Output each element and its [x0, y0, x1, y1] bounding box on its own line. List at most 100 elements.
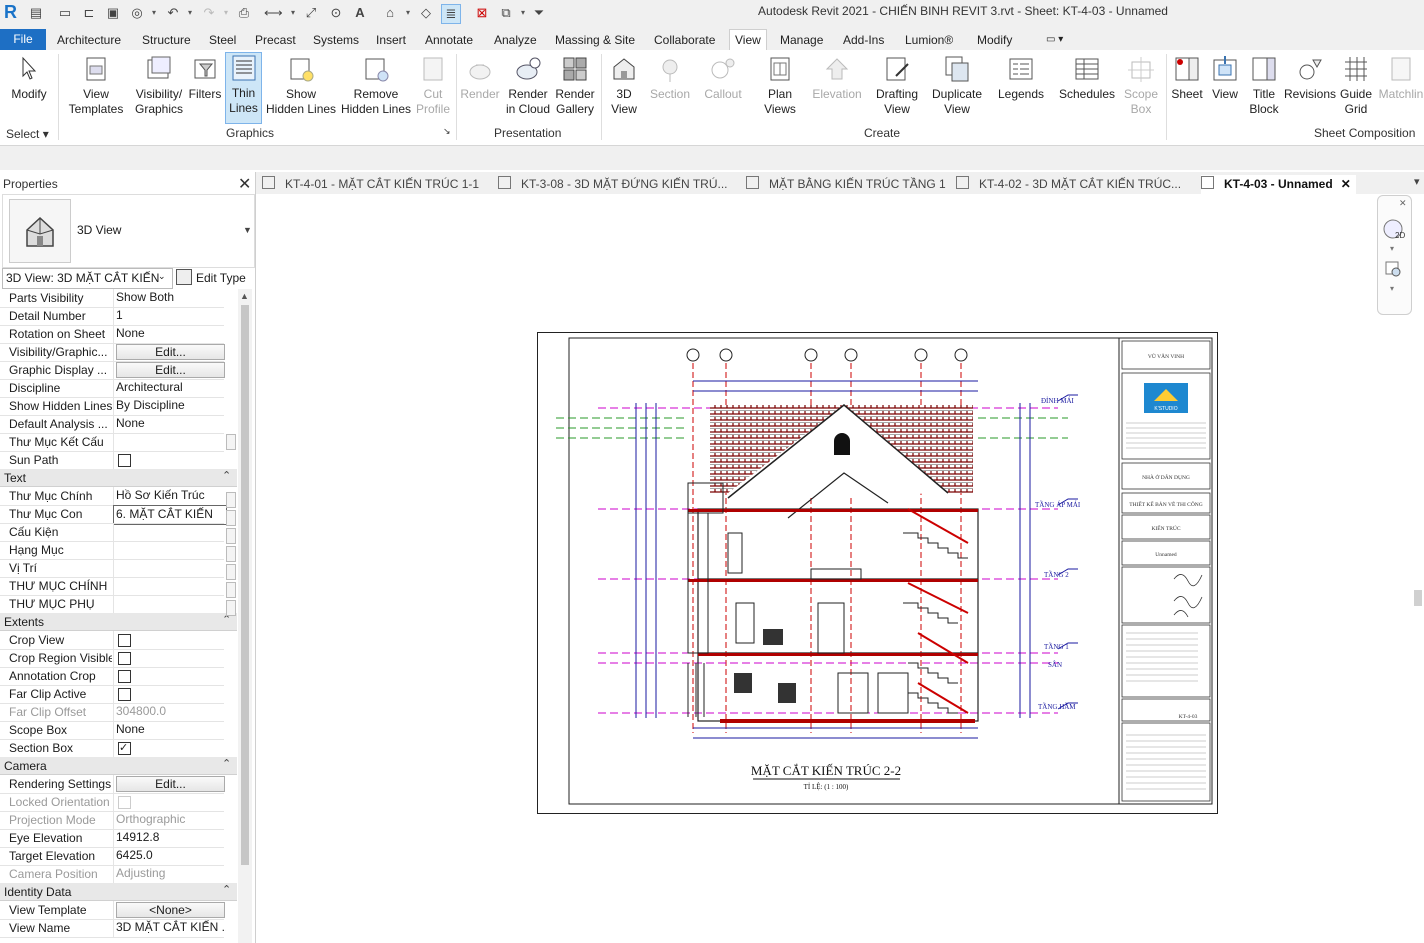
document-tab[interactable]: MẶT BẰNG KIẾN TRÚC TẦNG 1	[746, 175, 946, 194]
property-value[interactable]	[113, 685, 226, 703]
document-tab[interactable]: KT-4-03 - Unnamed ✕	[1201, 175, 1356, 194]
undo-icon[interactable]: ↶	[164, 4, 182, 22]
elevation-button[interactable]: Elevation	[810, 54, 864, 102]
property-value[interactable]: 3D MẶT CẮT KIẾN ...	[113, 919, 226, 937]
edit-button[interactable]: Edit...	[116, 776, 225, 792]
property-value[interactable]	[113, 667, 226, 685]
property-row[interactable]: Camera Position Adjusting	[0, 865, 224, 884]
print-icon[interactable]: ⎙	[235, 4, 253, 22]
document-tab[interactable]: KT-4-01 - MẶT CẮT KIẾN TRÚC 1-1	[262, 175, 500, 194]
group-header[interactable]: Camera ⌃	[0, 757, 237, 775]
view-templates-button[interactable]: View Templates	[66, 54, 126, 117]
tab-modify[interactable]: Modify	[977, 30, 1012, 50]
plan-views-button[interactable]: Plan Views	[758, 54, 802, 117]
scope-box-button[interactable]: Scope Box	[1120, 54, 1162, 117]
tab-systems[interactable]: Systems	[313, 30, 359, 50]
section-icon[interactable]: ◇	[417, 4, 435, 22]
collapse-icon[interactable]: ⌃	[222, 883, 231, 896]
property-value[interactable]: 6425.0	[113, 847, 226, 865]
property-row[interactable]: Thư Mục Kết Cấu	[0, 433, 224, 452]
type-dropdown-icon[interactable]: ▼	[243, 225, 252, 235]
property-row[interactable]: Default Analysis ... None	[0, 415, 224, 434]
tab-add-ins[interactable]: Add-Ins	[843, 30, 884, 50]
collapse-icon[interactable]: ⌃	[222, 757, 231, 770]
property-value[interactable]: <None>	[113, 901, 226, 919]
tab-precast[interactable]: Precast	[255, 30, 296, 50]
property-row[interactable]: Scope Box None	[0, 721, 224, 740]
switch-windows-icon[interactable]: ⧉	[497, 4, 515, 22]
property-value[interactable]	[113, 739, 226, 757]
tab-manage[interactable]: Manage	[780, 30, 823, 50]
switch-windows-dropdown-icon[interactable]: ▾	[519, 4, 527, 22]
visibility-graphics-button[interactable]: Visibility/Graphics	[132, 54, 186, 117]
property-row[interactable]: Projection Mode Orthographic	[0, 811, 224, 830]
remove-hidden-lines-button[interactable]: Remove Hidden Lines	[340, 54, 412, 117]
tab-architecture[interactable]: Architecture	[57, 30, 121, 50]
tab-annotate[interactable]: Annotate	[425, 30, 473, 50]
sync-dropdown-icon[interactable]: ▾	[150, 4, 158, 22]
property-row[interactable]: Detail Number 1	[0, 307, 224, 326]
checkbox[interactable]	[118, 634, 131, 647]
revit-logo[interactable]: R	[4, 2, 20, 22]
section-button[interactable]: Section	[648, 54, 692, 102]
zoom-icon[interactable]	[1384, 260, 1404, 280]
sync-icon[interactable]: ◎	[128, 4, 146, 22]
graphics-dialog-launcher-icon[interactable]: ↘	[443, 126, 451, 137]
thin-lines-button[interactable]: Thin Lines	[225, 52, 262, 124]
callout-button[interactable]: Callout	[700, 54, 746, 102]
checkbox[interactable]	[118, 670, 131, 683]
collapse-icon[interactable]: ⌃	[222, 469, 231, 482]
measure-dropdown-icon[interactable]: ▾	[289, 4, 297, 22]
property-value[interactable]: None	[113, 721, 226, 739]
save-icon[interactable]: ▣	[104, 4, 122, 22]
instance-selector[interactable]: 3D View: 3D MẶT CẮT KIẾN	[2, 268, 173, 289]
duplicate-view-button[interactable]: Duplicate View	[928, 54, 986, 117]
open-folder-icon[interactable]: ⊏	[80, 4, 98, 22]
property-row[interactable]: Graphic Display ... Edit...	[0, 361, 225, 380]
property-row[interactable]: Rendering Settings Edit...	[0, 775, 225, 794]
property-row[interactable]: View Name 3D MẶT CẮT KIẾN ...	[0, 919, 226, 938]
edit-button[interactable]: Edit...	[116, 344, 225, 360]
matchline-button[interactable]: Matchlin	[1378, 54, 1424, 102]
property-value[interactable]	[113, 541, 226, 559]
tab-insert[interactable]: Insert	[376, 30, 406, 50]
property-value[interactable]	[113, 649, 226, 667]
property-row[interactable]: Target Elevation 6425.0	[0, 847, 224, 866]
group-header[interactable]: Text ⌃	[0, 469, 237, 487]
sheet-border[interactable]: ĐỈNH MÁI TẦNG ÁP MÁI TẦNG 2 TẦNG 1 SÂN T…	[537, 332, 1218, 814]
ribbon-minimize-icon[interactable]: ▭ ▾	[1046, 30, 1063, 50]
property-row[interactable]: Show Hidden Lines By Discipline	[0, 397, 224, 416]
tabs-menu-icon[interactable]: ▾	[1414, 175, 1420, 188]
property-value[interactable]	[113, 631, 226, 649]
property-value[interactable]: 6. MẶT CẮT KIẾN	[113, 505, 227, 525]
tab-lumion[interactable]: Lumion®	[905, 30, 953, 50]
redo-icon[interactable]: ↷	[200, 4, 218, 22]
property-row[interactable]: Rotation on Sheet None	[0, 325, 224, 344]
property-value[interactable]: 1	[113, 307, 226, 325]
edit-type-button[interactable]: Edit Type	[176, 268, 252, 288]
close-navbar-icon[interactable]: ✕	[1399, 198, 1407, 209]
property-row[interactable]: Thư Mục Con 6. MẶT CẮT KIẾN	[0, 505, 227, 525]
property-row[interactable]: Thư Mục Chính Hồ Sơ Kiến Trúc	[0, 487, 224, 506]
tab-view[interactable]: View	[729, 29, 767, 50]
property-value[interactable]	[113, 433, 226, 451]
modify-button[interactable]: Modify	[6, 54, 52, 102]
checkbox[interactable]	[118, 688, 131, 701]
property-row[interactable]: Vị Trí	[0, 559, 224, 578]
schedules-button[interactable]: Schedules	[1058, 54, 1116, 102]
property-row[interactable]: THƯ MỤC CHÍNH	[0, 577, 224, 596]
panel-select-label[interactable]: Select ▾	[6, 127, 49, 141]
group-header[interactable]: Identity Data ⌃	[0, 883, 237, 901]
tab-collaborate[interactable]: Collaborate	[654, 30, 715, 50]
property-row[interactable]: THƯ MỤC PHỤ	[0, 595, 224, 614]
edit-button[interactable]: <None>	[116, 902, 225, 918]
scrollbar-thumb[interactable]	[241, 305, 249, 865]
property-row[interactable]: Far Clip Active	[0, 685, 224, 704]
edit-button[interactable]: Edit...	[116, 362, 225, 378]
3d-view-button[interactable]: 3D View	[606, 54, 642, 117]
property-value[interactable]	[113, 451, 226, 469]
property-value[interactable]: Architectural	[113, 379, 226, 397]
default-3d-view-icon[interactable]: ⌂	[381, 4, 399, 22]
property-row[interactable]: View Template <None>	[0, 901, 226, 920]
property-row[interactable]: Section Box	[0, 739, 224, 758]
